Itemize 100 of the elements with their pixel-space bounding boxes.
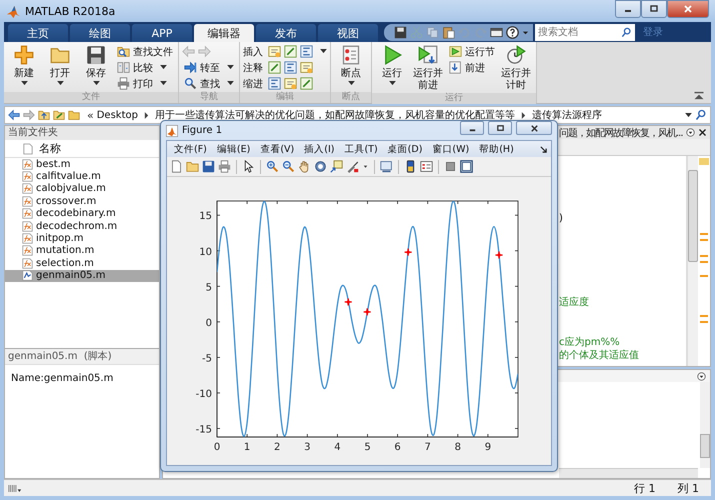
- menu-item[interactable]: 编辑(E): [212, 142, 254, 156]
- back-arrow-icon[interactable]: [8, 109, 20, 121]
- menu-item[interactable]: 桌面(D): [384, 142, 426, 156]
- chevron-icon[interactable]: [520, 112, 526, 118]
- menu-item[interactable]: 帮助(H): [475, 142, 518, 156]
- help-icon[interactable]: [506, 26, 519, 39]
- dock-arrow-icon[interactable]: [540, 146, 547, 152]
- format-icon[interactable]: [268, 45, 281, 58]
- close-button[interactable]: [516, 121, 552, 135]
- breakpoint-icon: [341, 45, 361, 65]
- ribbon-button[interactable]: 运行并计时: [499, 44, 533, 93]
- file-item[interactable]: calobjvalue.m: [5, 182, 159, 196]
- forward-arrow-icon[interactable]: [23, 109, 35, 121]
- window-switch-icon[interactable]: [490, 26, 503, 39]
- panel-menu-icon[interactable]: [697, 372, 706, 380]
- clipboard-icon[interactable]: [442, 26, 455, 39]
- file-item[interactable]: calfitvalue.m: [5, 170, 159, 183]
- ribbon-button[interactable]: 保存: [79, 44, 113, 87]
- chevron-icon[interactable]: [144, 112, 149, 118]
- format-icon[interactable]: [300, 61, 313, 74]
- maximize-button[interactable]: [488, 121, 512, 135]
- file-item[interactable]: mutation.m: [5, 244, 159, 258]
- maximize-button[interactable]: [641, 0, 667, 18]
- ribbon-button[interactable]: 转至: [182, 60, 236, 75]
- menu-item[interactable]: 工具(T): [340, 142, 382, 156]
- panel-menu-icon[interactable]: [686, 128, 695, 137]
- editor-title[interactable]: 问题，如配网故障恢复，风机...: [559, 126, 683, 140]
- ribbon-tab[interactable]: 主页: [8, 24, 68, 42]
- ribbon-button[interactable]: 前进: [447, 60, 497, 75]
- ribbon-tab[interactable]: 编辑器: [194, 24, 254, 42]
- format-icon[interactable]: [268, 61, 281, 74]
- path-segment[interactable]: 遗传算法源程序: [532, 108, 602, 122]
- caret-icon[interactable]: [685, 112, 692, 118]
- format-icon[interactable]: [284, 77, 297, 90]
- path-segment[interactable]: Desktop: [96, 110, 138, 120]
- panel-title: 当前文件夹: [5, 126, 159, 140]
- file-item[interactable]: decodechrom.m: [5, 220, 159, 232]
- menu-item[interactable]: 窗口(W): [428, 142, 474, 156]
- file-item[interactable]: crossover.m: [5, 195, 159, 208]
- grip-icon[interactable]: [8, 484, 22, 492]
- close-button[interactable]: [667, 0, 709, 18]
- menu-item[interactable]: 文件(F): [170, 142, 211, 156]
- ribbon-tab[interactable]: 绘图: [70, 24, 130, 42]
- ribbon-button[interactable]: 查找: [182, 76, 236, 91]
- zoom-out-icon[interactable]: [282, 160, 295, 173]
- folder-icon[interactable]: [186, 160, 199, 173]
- printer-icon[interactable]: [218, 160, 231, 173]
- file-item[interactable]: best.m: [5, 158, 159, 170]
- ribbon-button[interactable]: 运行并前进: [411, 44, 445, 93]
- colorbar-icon[interactable]: [404, 160, 417, 173]
- format-icon[interactable]: [268, 77, 281, 90]
- function-file-icon: [22, 158, 33, 170]
- zoom-in-icon[interactable]: [266, 160, 279, 173]
- file-item[interactable]: initpop.m: [5, 232, 159, 245]
- collapse-ribbon-icon[interactable]: [693, 91, 705, 100]
- ribbon-tab[interactable]: 视图: [318, 24, 378, 42]
- group-title: 文件: [4, 92, 178, 103]
- menu-item[interactable]: 插入(I): [300, 142, 338, 156]
- ribbon-button[interactable]: 打印: [115, 76, 175, 91]
- ribbon-button[interactable]: 断点: [334, 44, 368, 87]
- hand-icon[interactable]: [298, 160, 311, 173]
- close-icon[interactable]: [698, 128, 707, 137]
- legend-icon[interactable]: [420, 160, 433, 173]
- search-icon[interactable]: [695, 109, 707, 121]
- minimize-button[interactable]: [615, 0, 641, 18]
- format-icon[interactable]: [284, 45, 297, 58]
- ribbon-button[interactable]: 运行节: [447, 44, 497, 59]
- brush-icon[interactable]: [346, 160, 359, 173]
- scrollbar[interactable]: [687, 156, 698, 366]
- format-icon[interactable]: [284, 61, 297, 74]
- ribbon-tab[interactable]: 发布: [256, 24, 316, 42]
- ribbon-button[interactable]: 打开: [43, 44, 77, 87]
- tick-label: -5: [202, 353, 212, 364]
- search-icon: [184, 77, 197, 90]
- path-overflow[interactable]: «: [87, 108, 94, 122]
- ribbon-button[interactable]: 新建: [7, 44, 41, 87]
- scrollbar[interactable]: [700, 382, 710, 468]
- ribbon-tab[interactable]: APP: [132, 24, 192, 42]
- format-icon[interactable]: [300, 45, 313, 58]
- browse-folder-icon[interactable]: [53, 109, 65, 121]
- path-segment[interactable]: 用于一些遗传算法可解决的优化问题，如配网故障恢复，风机容量的优化配置等等: [154, 108, 515, 122]
- format-icon[interactable]: [300, 77, 313, 90]
- file-item[interactable]: selection.m: [5, 257, 159, 270]
- minimize-button[interactable]: [460, 121, 484, 135]
- menu-item[interactable]: 查看(V): [256, 142, 298, 156]
- new-document-icon[interactable]: [170, 160, 183, 173]
- ribbon-button[interactable]: 查找文件: [115, 44, 175, 59]
- ribbon-button[interactable]: 运行: [375, 44, 409, 87]
- hide-tools-icon[interactable]: [444, 160, 457, 173]
- tick-label: 2: [274, 442, 280, 453]
- caret-icon[interactable]: [522, 29, 529, 36]
- file-item[interactable]: genmain05.m: [5, 270, 159, 282]
- search-field[interactable]: 搜索文档: [535, 24, 635, 41]
- file-item[interactable]: decodebinary.m: [5, 208, 159, 220]
- pointer-icon[interactable]: [242, 160, 255, 173]
- caret-icon[interactable]: [320, 49, 327, 54]
- folder-up-icon[interactable]: [38, 109, 50, 121]
- scrollbar[interactable]: [559, 468, 698, 478]
- ribbon-button[interactable]: 比较: [115, 60, 175, 75]
- data-cursor-icon[interactable]: [330, 160, 343, 173]
